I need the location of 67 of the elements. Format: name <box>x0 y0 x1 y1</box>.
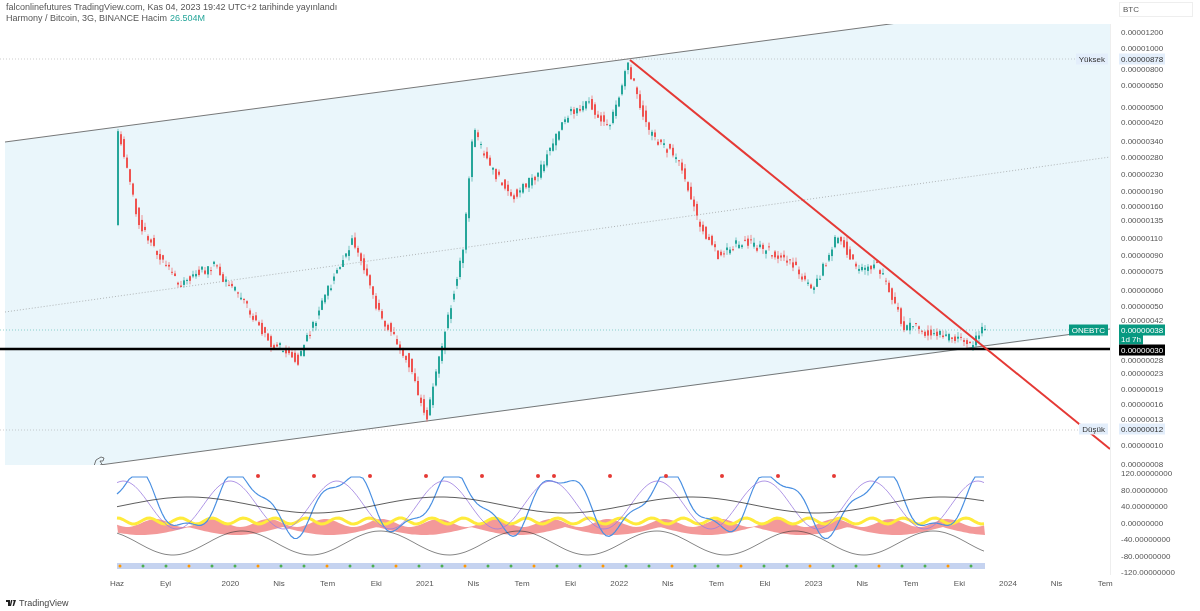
price-tick: 0.00000800 <box>1121 64 1164 74</box>
indicator-tick: -120.00000000 <box>1121 567 1175 577</box>
price-tick: 0.00000090 <box>1121 250 1164 260</box>
volume-label: Hacim <box>141 12 168 23</box>
series-label: Düşük <box>1079 423 1108 435</box>
time-tick: Nis <box>1050 579 1063 588</box>
price-tick: 0.00000016 <box>1121 399 1164 409</box>
price-tick: 0.00000280 <box>1121 152 1164 162</box>
indicator-tick: 120.00000000 <box>1121 468 1173 478</box>
price-tick: 0.00000060 <box>1121 285 1164 295</box>
price-tick: 0.00000160 <box>1121 201 1164 211</box>
time-tick: Nis <box>662 579 674 588</box>
time-tick: 2024 <box>999 579 1017 588</box>
time-tick: 2021 <box>415 579 434 588</box>
publisher-line: falconlinefutures TradingView.com, Kas 04, 2023 19:42 UTC+2 tarihinde yayınlandı <box>6 1 338 12</box>
price-badge: 0.00000878 <box>1119 53 1166 65</box>
time-tick: Eki <box>759 579 771 588</box>
time-tick: Eki <box>370 579 382 588</box>
price-tick: 0.00000135 <box>1121 215 1164 225</box>
price-tick: 0.00000028 <box>1121 355 1164 365</box>
time-tick: Eki <box>953 579 965 588</box>
time-tick: Nis <box>467 579 480 588</box>
time-tick: Tem <box>320 579 336 588</box>
countdown-badge: 1d 7h <box>1119 333 1144 345</box>
indicator-tick: 0.00000000 <box>1121 518 1164 527</box>
price-tick: 0.00000110 <box>1121 233 1163 243</box>
brand-name: TradingView <box>19 598 69 608</box>
price-tick: 0.00000190 <box>1121 186 1164 196</box>
price-tick: 0.00000230 <box>1121 169 1164 179</box>
price-tick: 0.00000500 <box>1121 102 1164 112</box>
symbol-title: Harmony / Bitcoin, 3G, BINANCE <box>6 12 141 23</box>
time-tick: Tem <box>514 579 530 588</box>
series-label: ONEBTC <box>1068 324 1108 336</box>
time-tick: Tem <box>1097 579 1113 588</box>
price-tick: 0.00000042 <box>1121 315 1164 325</box>
time-tick: Tem <box>903 579 919 588</box>
price-tick: 0.00000023 <box>1121 368 1164 378</box>
price-tick: 0.00000050 <box>1121 301 1164 311</box>
price-tick: 0.00000013 <box>1121 414 1164 424</box>
time-tick: Nis <box>856 579 868 588</box>
price-tick: 0.00000008 <box>1121 459 1164 469</box>
time-tick: Eki <box>565 579 577 588</box>
volume-value: 26.504M <box>170 12 206 23</box>
time-tick: 2020 <box>221 579 240 588</box>
time-tick: Nis <box>273 579 285 588</box>
price-badge: 0.00000012 <box>1119 423 1166 435</box>
price-tick: 0.00000075 <box>1121 266 1164 276</box>
price-badge: 0.00000038 <box>1119 324 1166 336</box>
indicator-tick: -40.00000000 <box>1121 534 1171 544</box>
indicator-tick: -80.00000000 <box>1121 551 1171 560</box>
price-tick: 0.00000340 <box>1121 136 1164 146</box>
indicator-tick: 80.00000000 <box>1121 485 1168 494</box>
price-tick: 0.00000019 <box>1121 384 1164 394</box>
time-tick: Eyl <box>160 579 172 588</box>
time-tick: Tem <box>708 579 724 588</box>
time-tick: 2022 <box>610 579 629 588</box>
price-badge: 0.00000030 <box>1119 344 1166 356</box>
indicator-tick: 40.00000000 <box>1121 501 1168 511</box>
currency-label: BTC <box>1119 2 1193 17</box>
price-tick: 0.00000420 <box>1121 117 1164 127</box>
price-tick: 0.00000010 <box>1121 440 1164 450</box>
price-tick: 0.00000650 <box>1121 80 1164 90</box>
time-tick: Haz <box>109 579 125 588</box>
price-tick: 0.00001000 <box>1121 43 1164 53</box>
price-tick: 0.00001200 <box>1121 27 1164 37</box>
time-tick: 2023 <box>804 579 823 588</box>
series-label: Yüksek <box>1075 53 1108 65</box>
